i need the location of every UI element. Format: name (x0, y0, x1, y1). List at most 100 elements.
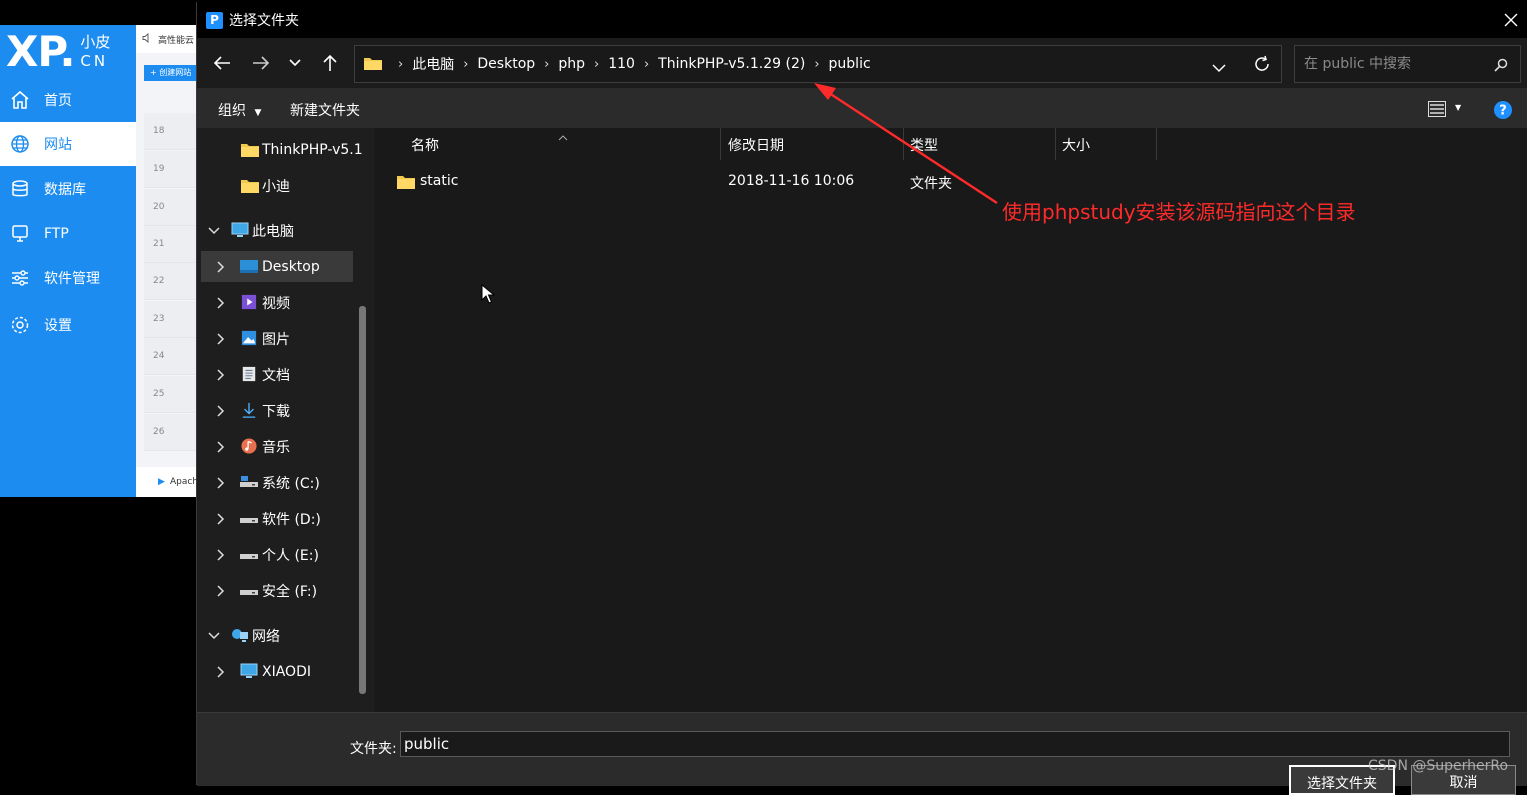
column-header-modified[interactable]: 修改日期 (728, 128, 784, 162)
navigation-pane: ThinkPHP-v5.1 小迪 此电脑 Desktop 视频 图片 文档 下载… (197, 128, 374, 712)
chevron-down-icon[interactable] (208, 630, 220, 642)
app-icon: P (206, 11, 223, 29)
chevron-right-icon[interactable] (215, 405, 227, 417)
new-folder-button[interactable]: 新建文件夹 (290, 100, 360, 120)
folder-icon (241, 144, 259, 157)
nav-item-videos[interactable]: 视频 (197, 287, 357, 318)
close-button[interactable] (1500, 9, 1522, 31)
column-divider[interactable] (903, 128, 904, 160)
chevron-right-icon[interactable] (215, 477, 227, 489)
column-divider[interactable] (1156, 128, 1157, 160)
nav-item-desktop[interactable]: Desktop (201, 251, 353, 282)
nav-item-label: Desktop (262, 258, 320, 275)
navigation-bar: › 此电脑 › Desktop › php › 110 › ThinkPHP-v… (197, 38, 1527, 88)
nav-item-pictures[interactable]: 图片 (197, 323, 357, 354)
nav-item-xiaodi-pc[interactable]: XIAODI (197, 656, 357, 687)
drive-icon (240, 590, 258, 595)
nav-item-documents[interactable]: 文档 (197, 359, 357, 390)
nav-item-downloads[interactable]: 下载 (197, 395, 357, 426)
nav-item-label: 音乐 (262, 439, 290, 456)
search-input[interactable] (1302, 55, 1486, 73)
bg-nav-label: FTP (44, 226, 69, 242)
select-folder-dialog: P 选择文件夹 › 此电脑 › Desktop › php › 110 › Th… (196, 2, 1527, 795)
chevron-right-icon[interactable] (215, 441, 227, 453)
chevron-right-icon[interactable] (215, 261, 227, 273)
nav-item-drive-d[interactable]: 软件 (D:) (197, 503, 357, 534)
bg-nav-settings[interactable]: 设置 (0, 303, 136, 347)
column-divider[interactable] (720, 128, 721, 160)
server-icon (8, 222, 32, 246)
back-button[interactable] (210, 51, 234, 75)
up-button[interactable] (318, 51, 342, 75)
play-icon: ▶ (158, 477, 165, 487)
breadcrumb-public[interactable]: public (829, 56, 871, 72)
network-icon (232, 629, 248, 642)
file-modified: 2018-11-16 10:06 (728, 173, 855, 189)
chevron-right-icon[interactable] (215, 549, 227, 561)
forward-button[interactable] (249, 51, 273, 75)
chevron-right-icon[interactable] (215, 513, 227, 525)
bg-nav-label: 网站 (44, 137, 72, 153)
nav-item-label: 此电脑 (252, 223, 294, 240)
address-history-button[interactable] (1212, 58, 1226, 77)
column-divider[interactable] (1055, 128, 1056, 160)
chevron-down-icon[interactable] (208, 225, 220, 237)
chevron-right-icon[interactable] (215, 297, 227, 309)
bg-nav-label: 数据库 (44, 182, 86, 198)
speaker-icon (142, 32, 152, 46)
help-icon: ? (1494, 101, 1512, 119)
help-button[interactable]: ? (1494, 101, 1512, 123)
chevron-right-icon[interactable] (215, 585, 227, 597)
breadcrumb-separator: › (643, 56, 650, 72)
bg-nav-label: 首页 (44, 93, 72, 109)
sliders-icon (8, 266, 32, 290)
recent-locations-button[interactable] (283, 51, 307, 75)
breadcrumb-php[interactable]: php (558, 56, 585, 72)
nav-item-this-pc[interactable]: 此电脑 (197, 215, 357, 246)
bg-sidebar: XP. 小皮 CN 首页 网站 数据库 FTP 软件管理 设置 (0, 25, 136, 497)
nav-item-thinkphp[interactable]: ThinkPHP-v5.1 (197, 134, 363, 165)
nav-item-label: 图片 (262, 331, 290, 348)
sort-up-icon (558, 126, 568, 145)
breadcrumb-thinkphp[interactable]: ThinkPHP-v5.1.29 (2) (658, 56, 805, 72)
breadcrumb-110[interactable]: 110 (608, 56, 635, 72)
column-header-type[interactable]: 类型 (910, 128, 938, 162)
nav-item-drive-f[interactable]: 安全 (F:) (197, 575, 357, 606)
table-row[interactable]: static 2018-11-16 10:06 文件夹 (375, 166, 1527, 196)
arrow-right-icon (253, 56, 270, 70)
bg-nav-website[interactable]: 网站 (0, 122, 136, 166)
breadcrumb-this-pc[interactable]: 此电脑 (412, 54, 454, 74)
refresh-button[interactable] (1253, 55, 1271, 77)
search-box[interactable] (1294, 45, 1521, 83)
nav-item-music[interactable]: 音乐 (197, 431, 357, 462)
chevron-right-icon[interactable] (215, 369, 227, 381)
search-icon (1494, 57, 1508, 76)
bg-content-strip: 高性能云 + 创建网站 18 19 20 21 22 23 24 25 26 ▶… (136, 25, 220, 497)
column-header-name[interactable]: 名称 (411, 128, 439, 162)
drive-icon (240, 518, 258, 523)
chevron-right-icon[interactable] (215, 666, 227, 678)
nav-pane-scrollbar[interactable] (359, 306, 366, 694)
bg-nav-ftp[interactable]: FTP (0, 212, 136, 256)
folder-name-input[interactable] (400, 731, 1510, 757)
dialog-titlebar[interactable]: P 选择文件夹 (197, 2, 1527, 38)
bg-nav-software[interactable]: 软件管理 (0, 256, 136, 300)
close-icon (1504, 13, 1518, 27)
view-options-button[interactable]: ▼ (1428, 101, 1461, 121)
desktop-icon (240, 260, 258, 273)
breadcrumb-desktop[interactable]: Desktop (477, 56, 535, 72)
organize-button[interactable]: 组织 ▼ (218, 100, 261, 120)
chevron-right-icon[interactable] (215, 333, 227, 345)
bg-nav-home[interactable]: 首页 (0, 78, 136, 122)
arrow-up-icon (323, 54, 337, 71)
bg-nav-database[interactable]: 数据库 (0, 167, 136, 211)
nav-item-drive-e[interactable]: 个人 (E:) (197, 539, 357, 570)
arrow-left-icon (213, 56, 230, 70)
nav-item-xiaodi[interactable]: 小迪 (197, 170, 357, 201)
column-header-size[interactable]: 大小 (1062, 128, 1090, 162)
nav-item-network[interactable]: 网络 (197, 620, 357, 651)
breadcrumb-separator: › (814, 56, 820, 72)
nav-item-drive-c[interactable]: 系统 (C:) (197, 467, 357, 498)
organize-label: 组织 (218, 103, 246, 119)
address-bar[interactable]: › 此电脑 › Desktop › php › 110 › ThinkPHP-v… (354, 45, 1282, 83)
